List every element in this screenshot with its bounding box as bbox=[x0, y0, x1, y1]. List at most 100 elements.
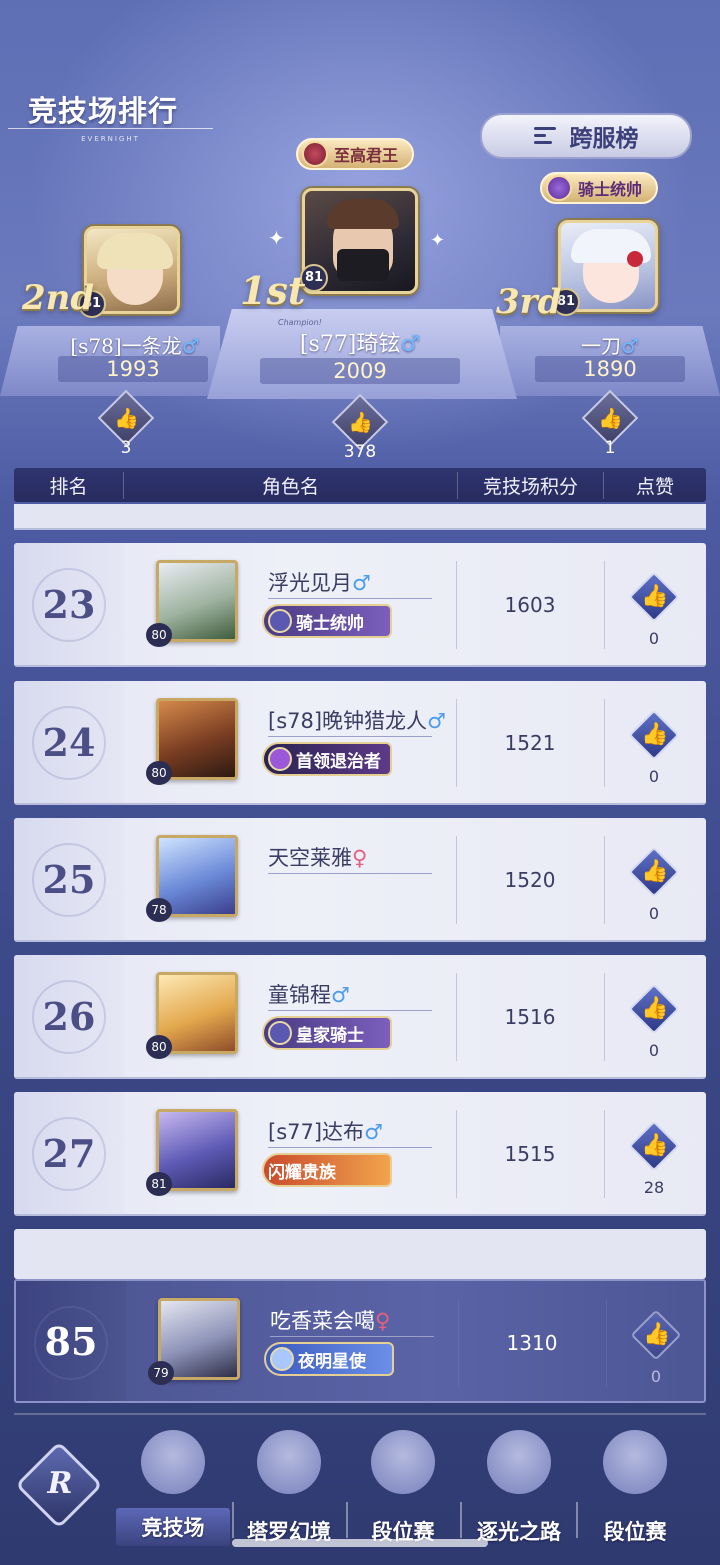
gender-icon: ♂ bbox=[331, 983, 350, 1007]
column-divider bbox=[456, 1110, 457, 1198]
rank-number: 23 bbox=[42, 581, 96, 627]
name-underline bbox=[268, 1010, 432, 1011]
gender-icon: ♂ bbox=[427, 709, 446, 733]
rank-number: 24 bbox=[42, 719, 96, 765]
people-icon bbox=[603, 1430, 667, 1494]
thumbs-up-icon: 👍 bbox=[348, 410, 373, 434]
arena-score: 1515 bbox=[504, 1142, 556, 1166]
knight-emblem-icon bbox=[546, 175, 572, 201]
player-name[interactable]: 童锦程♂ bbox=[268, 979, 350, 1009]
nav-separator bbox=[14, 1413, 706, 1415]
player-name[interactable]: [s77]达布♂ bbox=[268, 1116, 383, 1146]
thumbs-up-icon: 👍 bbox=[641, 996, 669, 1021]
column-divider bbox=[456, 973, 457, 1061]
table-row[interactable]: 26 80 童锦程♂ 皇家骑士 1516 👍 0 bbox=[14, 955, 706, 1079]
second-score: 1993 bbox=[58, 356, 208, 382]
badge-emblem-icon bbox=[270, 1347, 294, 1371]
badge-emblem-icon bbox=[268, 1021, 292, 1045]
col-rank: 排名 bbox=[14, 471, 124, 499]
third-score: 1890 bbox=[535, 356, 685, 382]
column-divider bbox=[458, 1299, 459, 1387]
nav-tab-rank-match[interactable]: 段位赛 bbox=[346, 1430, 460, 1550]
page-subtitle: EVERNIGHT bbox=[8, 128, 213, 148]
rank-number: 25 bbox=[42, 856, 96, 902]
player-level: 80 bbox=[146, 761, 172, 785]
arena-score: 1310 bbox=[506, 1331, 558, 1355]
page-title: 竞技场排行 bbox=[28, 94, 179, 128]
rank-number: 27 bbox=[42, 1130, 96, 1176]
table-row[interactable]: 27 81 [s77]达布♂ 闪耀贵族 1515 👍 28 bbox=[14, 1092, 706, 1216]
rank-number: 85 bbox=[44, 1318, 98, 1364]
third-like-count: 1 bbox=[604, 438, 616, 458]
third-title-badge: 骑士统帅 bbox=[540, 172, 659, 204]
second-like-count: 3 bbox=[120, 438, 132, 458]
badge-emblem-icon bbox=[268, 747, 292, 771]
gender-icon: ♀ bbox=[352, 846, 368, 870]
first-player-name[interactable]: [s77]琦铉♂ bbox=[230, 326, 490, 358]
player-level: 79 bbox=[148, 1361, 174, 1385]
partial-row bbox=[14, 1229, 706, 1279]
column-divider bbox=[456, 699, 457, 787]
second-place-label: 2nd bbox=[22, 278, 95, 318]
title-badge: 夜明星使 bbox=[264, 1342, 394, 1376]
cross-server-label: 跨服榜 bbox=[569, 125, 639, 152]
table-row[interactable]: 23 80 浮光见月♂ 骑士统帅 1603 👍 0 bbox=[14, 543, 706, 667]
player-name[interactable]: 吃香菜会噶♀ bbox=[270, 1305, 390, 1335]
arena-score: 1521 bbox=[504, 731, 556, 755]
self-rank-row[interactable]: 85 79 吃香菜会噶♀ 夜明星使 1310 👍 0 bbox=[14, 1279, 706, 1403]
title-badge: 首领退治者 bbox=[262, 742, 392, 776]
column-divider bbox=[606, 1299, 607, 1387]
column-divider bbox=[456, 836, 457, 924]
ranking-table-header: 排名 角色名 竞技场积分 点赞 bbox=[14, 468, 706, 502]
nav-tab-arena[interactable]: 竞技场 bbox=[116, 1430, 230, 1550]
first-like-count: 378 bbox=[343, 442, 377, 462]
nav-tab-rank-match-2[interactable]: 段位赛 bbox=[578, 1430, 692, 1550]
people-icon bbox=[371, 1430, 435, 1494]
thumbs-up-icon: 👍 bbox=[641, 1133, 669, 1158]
nav-tab-light-road[interactable]: 逐光之路 bbox=[462, 1430, 576, 1550]
like-count: 0 bbox=[648, 1041, 660, 1060]
like-count: 0 bbox=[648, 767, 660, 786]
nav-tab-tarot[interactable]: 塔罗幻境 bbox=[232, 1430, 346, 1550]
sword-wings-icon bbox=[141, 1430, 205, 1494]
column-divider bbox=[604, 699, 605, 787]
thumbs-up-icon: 👍 bbox=[641, 859, 669, 884]
sparkle-icon: ✦ bbox=[268, 226, 285, 250]
name-underline bbox=[268, 736, 432, 737]
name-underline bbox=[268, 598, 432, 599]
home-indicator[interactable] bbox=[232, 1539, 488, 1547]
name-underline bbox=[268, 1147, 432, 1148]
third-place-label: 3rd bbox=[496, 282, 562, 322]
second-player-name[interactable]: [s78]一条龙♂ bbox=[40, 330, 230, 359]
third-player-name[interactable]: 一刀♂ bbox=[510, 330, 710, 359]
compass-icon bbox=[487, 1430, 551, 1494]
partial-row bbox=[14, 504, 706, 530]
people-icon bbox=[257, 1430, 321, 1494]
player-level: 78 bbox=[146, 898, 172, 922]
player-name[interactable]: 天空莱雅♀ bbox=[268, 842, 367, 872]
column-divider bbox=[604, 1110, 605, 1198]
thumbs-up-icon: 👍 bbox=[641, 584, 669, 609]
first-title-badge: 至高君王 bbox=[296, 138, 415, 170]
crown-emblem-icon bbox=[302, 141, 328, 167]
col-score: 竞技场积分 bbox=[458, 471, 604, 499]
first-place-label: 1st bbox=[240, 268, 306, 313]
player-name[interactable]: 浮光见月♂ bbox=[268, 567, 371, 597]
arena-score: 1603 bbox=[504, 593, 556, 617]
badge-emblem-icon bbox=[268, 609, 292, 633]
like-count: 28 bbox=[643, 1178, 665, 1197]
column-divider bbox=[604, 561, 605, 649]
sparkle-icon: ✦ bbox=[430, 230, 446, 251]
rank-number: 26 bbox=[42, 993, 96, 1039]
player-name[interactable]: [s78]晚钟猎龙人♂ bbox=[268, 705, 446, 735]
cross-server-button[interactable]: 跨服榜 bbox=[480, 113, 692, 159]
table-row[interactable]: 25 78 天空莱雅♀ 1520 👍 0 bbox=[14, 818, 706, 942]
column-divider bbox=[604, 836, 605, 924]
title-badge: 骑士统帅 bbox=[262, 604, 392, 638]
table-row[interactable]: 24 80 [s78]晚钟猎龙人♂ 首领退治者 1521 👍 0 bbox=[14, 681, 706, 805]
title-badge: 闪耀贵族 bbox=[262, 1153, 392, 1187]
thumbs-up-icon: 👍 bbox=[641, 722, 669, 747]
like-count: 0 bbox=[650, 1367, 662, 1386]
gender-icon: ♂ bbox=[352, 571, 371, 595]
like-count: 0 bbox=[648, 904, 660, 923]
